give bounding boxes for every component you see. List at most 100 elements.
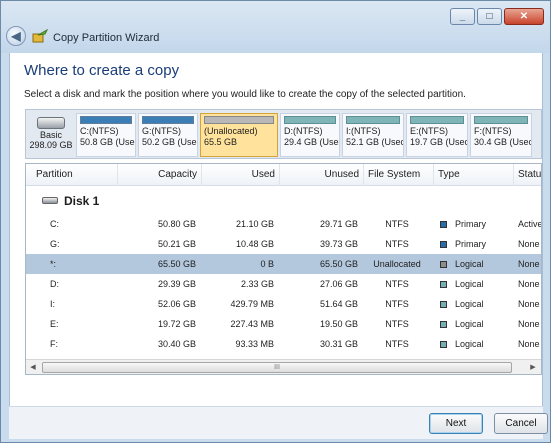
table-row[interactable]: D: 29.39 GB 2.33 GB 27.06 GB NTFS Logical None [26,274,541,294]
disk-size-label: 298.09 GB [29,140,73,150]
cell-capacity: 29.39 GB [157,279,196,289]
cell-file-system: NTFS [385,239,409,249]
maximize-button[interactable]: □ [477,8,502,25]
partition-table: Partition Capacity Used Unused File Syst… [25,163,542,375]
wizard-icon [32,29,48,43]
partition-type-color-icon [440,321,447,328]
cell-unused: 51.64 GB [319,299,358,309]
cell-file-system: NTFS [385,219,409,229]
horizontal-scrollbar[interactable]: ◀ III ▶ [26,359,541,374]
partition-usage-bar [410,116,464,124]
cell-unused: 19.50 GB [319,319,358,329]
table-row[interactable]: F: 30.40 GB 93.33 MB 30.31 GB NTFS Logical Non… [26,334,541,354]
cell-used: 429.79 MB [230,299,274,309]
partition-usage-bar [204,116,274,124]
table-row[interactable]: C: 50.80 GB 21.10 GB 29.71 GB NTFS Primary Act… [26,214,541,234]
table-row[interactable]: G: 50.21 GB 10.48 GB 39.73 GB NTFS Primary Non… [26,234,541,254]
cell-used: 2.33 GB [240,279,274,289]
cell-type: Primary [440,214,512,234]
cell-status: None [518,279,540,289]
cell-unused: 39.73 GB [319,239,358,249]
cell-status: None [518,239,540,249]
cell-unused: 65.50 GB [319,259,358,269]
column-header-file-system[interactable]: File System [364,164,434,186]
cell-status: None [518,319,540,329]
cell-type: Logical [440,254,512,274]
disk-summary[interactable]: Basic 298.09 GB [28,113,74,157]
window-controls: _ □ ✕ [450,8,544,25]
partition-usage-bar [142,116,194,124]
cell-type: Primary [440,234,512,254]
partition-type-label: Logical [455,319,484,329]
cell-used: 227.43 MB [230,319,274,329]
cell-type: Logical [440,334,512,354]
window-title: Copy Partition Wizard [53,32,160,44]
cancel-button[interactable]: Cancel [494,413,548,434]
disk-type-label: Basic [39,130,62,140]
cell-partition: D: [50,279,59,289]
cell-used: 10.48 GB [235,239,274,249]
partition-usage-bar [474,116,528,124]
column-header-type[interactable]: Type [434,164,514,186]
disk-group-label: Disk 1 [64,194,100,208]
column-header-partition[interactable]: Partition [26,164,118,186]
back-button[interactable]: ◀ [6,26,26,46]
cell-status: None [518,299,540,309]
table-row-selected[interactable]: *: 65.50 GB 0 B 65.50 GB Unallocated Logical N… [26,254,541,274]
column-header-status[interactable]: Status [514,164,541,186]
cell-file-system: NTFS [385,339,409,349]
cell-partition: *: [50,259,57,269]
hard-disk-icon [37,117,65,129]
cell-capacity: 30.40 GB [157,339,196,349]
partition-detail: 65.5 GB [204,137,238,147]
partition-type-color-icon [440,301,447,308]
partition-type-label: Logical [455,279,484,289]
disk-map-partition[interactable]: D:(NTFS) 29.4 GB (Usec [280,113,340,157]
partition-type-color-icon [440,341,447,348]
cell-used: 93.33 MB [235,339,274,349]
disk-group-row[interactable]: Disk 1 [26,186,541,214]
next-button[interactable]: Next [429,413,483,434]
column-header-unused[interactable]: Unused [280,164,364,186]
minimize-button[interactable]: _ [450,8,475,25]
title-bar: _ □ ✕ ◀ Copy Partition Wizard [1,1,550,53]
partition-type-color-icon [440,241,447,248]
partition-type-label: Primary [455,239,486,249]
partition-name: G:(NTFS) [142,126,181,136]
disk-map-partition-selected[interactable]: (Unallocated) 65.5 GB [200,113,278,157]
column-header-used[interactable]: Used [202,164,280,186]
cell-partition: G: [50,239,60,249]
scroll-right-icon[interactable]: ▶ [526,361,540,374]
table-row[interactable]: E: 19.72 GB 227.43 MB 19.50 GB NTFS Logical No… [26,314,541,334]
partition-detail: 50.8 GB (Usec [80,137,136,147]
disk-map-partition[interactable]: G:(NTFS) 50.2 GB (Usec [138,113,198,157]
close-button[interactable]: ✕ [504,8,544,25]
partition-type-label: Logical [455,259,484,269]
cell-capacity: 65.50 GB [157,259,196,269]
partition-usage-bar [284,116,336,124]
cell-type: Logical [440,294,512,314]
cell-partition: C: [50,219,59,229]
cell-type: Logical [440,274,512,294]
table-row[interactable]: I: 52.06 GB 429.79 MB 51.64 GB NTFS Logical No… [26,294,541,314]
partition-type-label: Logical [455,299,484,309]
cell-partition: E: [50,319,59,329]
cell-file-system: NTFS [385,299,409,309]
cell-partition: I: [50,299,56,309]
partition-usage-bar [346,116,400,124]
partition-name: E:(NTFS) [410,126,448,136]
scrollbar-thumb[interactable]: III [42,362,512,373]
disk-map-partition[interactable]: E:(NTFS) 19.7 GB (Usec [406,113,468,157]
cell-unused: 29.71 GB [319,219,358,229]
scroll-left-icon[interactable]: ◀ [26,361,40,374]
partition-detail: 29.4 GB (Usec [284,137,340,147]
column-header-capacity[interactable]: Capacity [118,164,202,186]
partition-name: C:(NTFS) [80,126,119,136]
partition-type-label: Logical [455,339,484,349]
disk-map-partition[interactable]: C:(NTFS) 50.8 GB (Usec [76,113,136,157]
partition-detail: 50.2 GB (Usec [142,137,198,147]
partition-detail: 52.1 GB (Usec [346,137,404,147]
disk-map-partition[interactable]: F:(NTFS) 30.4 GB (Usec [470,113,532,157]
cell-status: None [518,339,540,349]
disk-map-partition[interactable]: I:(NTFS) 52.1 GB (Usec [342,113,404,157]
